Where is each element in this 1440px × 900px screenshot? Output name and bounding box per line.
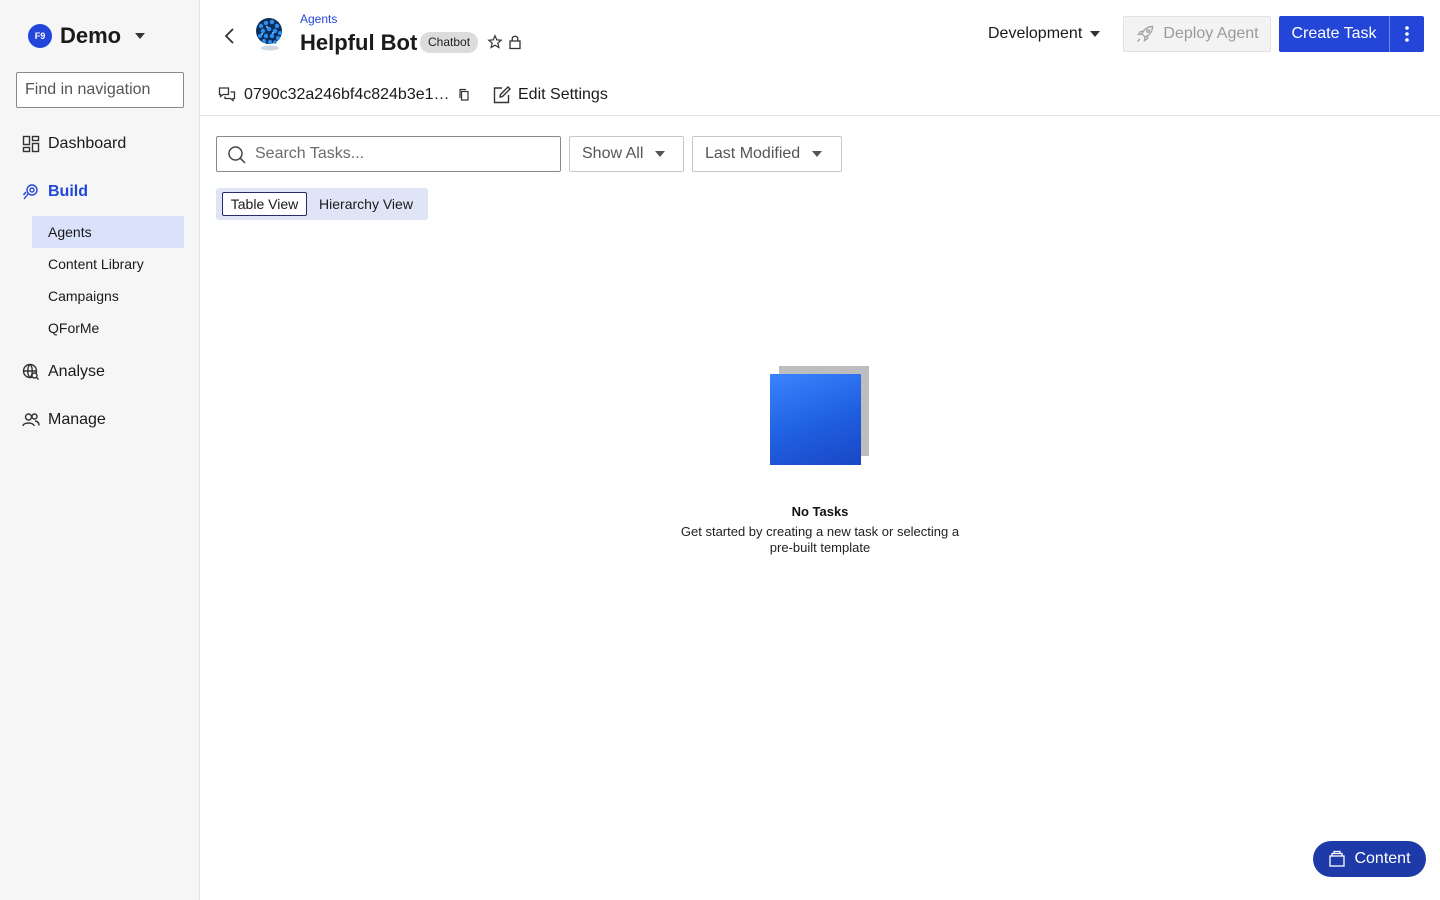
chevron-down-icon — [812, 151, 823, 157]
chevron-down-icon — [655, 151, 666, 157]
task-search[interactable] — [216, 136, 561, 172]
sidebar-item-label: Manage — [48, 411, 106, 428]
sidebar-subitem-campaigns[interactable]: Campaigns — [32, 280, 184, 312]
back-button[interactable] — [220, 26, 238, 46]
agent-type-badge: Chatbot — [420, 32, 479, 53]
agent-avatar — [252, 16, 288, 52]
chevron-down-icon — [1090, 31, 1101, 37]
dashboard-icon — [22, 135, 40, 153]
sort-label: Last Modified — [705, 145, 801, 162]
manage-icon — [22, 411, 40, 429]
breadcrumb-agents[interactable]: Agents — [300, 12, 337, 26]
sidebar-item-dashboard[interactable]: Dashboard — [22, 132, 126, 156]
sidebar-item-analyse[interactable]: Analyse — [22, 360, 105, 384]
chat-bubbles-icon — [218, 86, 236, 104]
nav-search-input[interactable] — [16, 72, 184, 108]
agent-id-row: 0790c32a246bf4c824b3e1… — [218, 84, 470, 106]
empty-state-illustration — [770, 366, 870, 466]
sidebar-item-label: Dashboard — [48, 135, 127, 152]
more-options-button[interactable] — [1389, 16, 1424, 52]
sidebar-item-label: Analyse — [48, 363, 105, 380]
edit-settings-label: Edit Settings — [518, 86, 608, 103]
view-switcher: Table View Hierarchy View — [216, 188, 428, 220]
header-divider — [200, 115, 1440, 116]
empty-state-description: Get started by creating a new task or se… — [680, 524, 960, 555]
search-tasks-input[interactable] — [255, 137, 555, 171]
content-button[interactable]: Content — [1313, 841, 1426, 877]
sidebar-subitem-qforme[interactable]: QForMe — [32, 312, 184, 344]
tab-table-view[interactable]: Table View — [222, 192, 307, 216]
rocket-icon — [1135, 24, 1155, 44]
show-filter-dropdown[interactable]: Show All — [569, 136, 684, 172]
build-icon — [22, 183, 40, 201]
create-task-button[interactable]: Create Task — [1279, 16, 1389, 52]
star-icon[interactable] — [487, 34, 503, 50]
org-name: Demo — [60, 23, 122, 48]
kebab-icon — [1405, 26, 1409, 42]
content-icon — [1328, 850, 1346, 868]
environment-label: Development — [988, 25, 1083, 42]
agent-id: 0790c32a246bf4c824b3e1… — [244, 86, 450, 103]
edit-icon — [492, 85, 512, 105]
sidebar-item-build[interactable]: Build — [22, 180, 88, 204]
sort-dropdown[interactable]: Last Modified — [692, 136, 842, 172]
org-switcher[interactable]: F9 Demo — [28, 23, 146, 48]
empty-state-title: No Tasks — [791, 504, 849, 519]
sidebar-subitem-agents[interactable]: Agents — [32, 216, 184, 248]
content-label: Content — [1354, 850, 1411, 867]
copy-icon[interactable] — [458, 88, 470, 102]
sidebar: F9 Demo Dashboard Build Agents Content L… — [0, 0, 200, 900]
deploy-agent-label: Deploy Agent — [1163, 25, 1259, 42]
search-icon — [227, 145, 247, 165]
analyse-icon — [22, 363, 40, 381]
sidebar-item-label: Build — [48, 183, 88, 200]
page-title: Helpful Bot — [300, 30, 418, 55]
sidebar-item-manage[interactable]: Manage — [22, 408, 106, 432]
chevron-down-icon — [135, 33, 146, 39]
lock-icon[interactable] — [508, 34, 522, 50]
edit-settings-button[interactable]: Edit Settings — [492, 84, 608, 106]
sidebar-subitem-content-library[interactable]: Content Library — [32, 248, 184, 280]
show-filter-label: Show All — [582, 145, 644, 162]
org-badge: F9 — [28, 24, 52, 48]
deploy-agent-button[interactable]: Deploy Agent — [1123, 16, 1271, 52]
environment-dropdown[interactable]: Development — [988, 22, 1101, 46]
tab-hierarchy-view[interactable]: Hierarchy View — [312, 192, 420, 216]
